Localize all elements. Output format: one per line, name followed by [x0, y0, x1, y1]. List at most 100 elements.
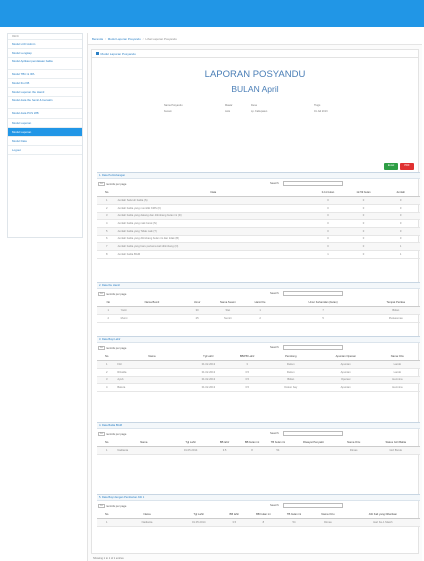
meta-value-4: 01 Juli 2013	[314, 110, 328, 113]
column-header[interactable]: BB bulan ini	[248, 511, 278, 520]
column-header[interactable]: No	[97, 189, 117, 198]
column-header[interactable]: Tgl Lahir	[187, 353, 230, 362]
column-header[interactable]: Tempat Periksa	[371, 299, 420, 308]
column-header[interactable]: 0-11 bulan	[310, 189, 346, 198]
table-cell: 0	[381, 227, 420, 236]
column-header[interactable]: BB bulan ini	[239, 439, 265, 448]
sidebar-item-5[interactable]: Modul Ibu KB	[8, 79, 82, 89]
breadcrumb-modul[interactable]: Modul Laporan Posyandu	[108, 37, 141, 41]
table-cell: Dimas	[310, 518, 346, 527]
column-header[interactable]: Nama Ortu	[310, 511, 346, 520]
column-header[interactable]: BB lahir	[219, 511, 249, 520]
sidebar-item-10[interactable]: Modul Laporan	[8, 127, 82, 137]
search-input[interactable]	[283, 180, 343, 186]
breadcrumb-home[interactable]: Beranda	[92, 37, 103, 41]
table-row: 1 Fitri 01.02.2013 3 Dukun Apuntan Lando	[97, 360, 420, 369]
table-cell: 8	[97, 250, 117, 259]
page-length-label: records per page	[106, 504, 127, 508]
column-header[interactable]: TB bulan ini	[264, 439, 291, 448]
column-header[interactable]: Nama Bumil	[119, 299, 185, 308]
table-cell: 3.5	[229, 368, 265, 377]
sidebar-item-12[interactable]: Logout	[8, 146, 82, 155]
page-length-select[interactable]: 10	[98, 345, 105, 350]
page-length: 10 records per page	[98, 431, 126, 436]
table-controls: 10 records per page Search:	[97, 343, 420, 353]
search-input[interactable]	[283, 290, 343, 296]
pdf-button[interactable]: PDF	[400, 163, 414, 170]
sidebar-item-3[interactable]: Modul Aplikasi pendataan balita	[8, 58, 82, 71]
table-cell: Ayub	[116, 376, 188, 385]
table-cell: 3.5	[229, 376, 265, 385]
column-header[interactable]: BB lahir	[210, 439, 240, 448]
column-header[interactable]: Apuntan Operasi	[316, 353, 375, 362]
column-header[interactable]: Tgl Lahir	[177, 511, 220, 520]
column-header[interactable]: No	[97, 353, 117, 362]
table-cell: 1	[381, 250, 420, 259]
column-header[interactable]: Tgl Lahir	[171, 439, 211, 448]
page-length-select[interactable]: 10	[98, 181, 105, 186]
table-row: 4 Jumlah balita yang naik berat (N) 0 0 0	[97, 219, 420, 228]
excel-button[interactable]: Excel	[384, 163, 398, 170]
table-cell: 01.05.2014	[171, 446, 211, 455]
column-header[interactable]: Umur	[184, 299, 211, 308]
meta-label-4: Lp. Kabupaten	[251, 110, 268, 113]
sidebar-item-1[interactable]: Modul LCD Admin	[8, 40, 82, 50]
column-header[interactable]: Data	[116, 189, 311, 198]
search-input[interactable]	[283, 344, 343, 350]
sidebar-item-6[interactable]: Modul Laporan Ibu Hamil	[8, 88, 82, 98]
page-length-select[interactable]: 10	[98, 431, 105, 436]
column-header[interactable]: Nama Suami	[210, 299, 246, 308]
column-header[interactable]: No	[97, 439, 117, 448]
column-header[interactable]: Penolong	[264, 353, 317, 362]
page-length-label: records per page	[106, 292, 127, 296]
export-buttons: Excel PDF	[382, 153, 414, 171]
search-input[interactable]	[283, 502, 343, 508]
column-header[interactable]: Nama Ortu	[374, 353, 420, 362]
column-header[interactable]: Hamil Ke	[245, 299, 275, 308]
section-title: 5. Data Bayi dengan Pemberian ASI 1	[97, 494, 420, 501]
meta-label-2: Desa	[251, 104, 257, 107]
sidebar-item-9[interactable]: Modul Laporan	[8, 119, 82, 128]
column-header[interactable]: Nama	[116, 353, 188, 362]
column-header[interactable]: TB bulan ini	[277, 511, 311, 520]
column-header[interactable]: No	[97, 299, 120, 308]
table-cell	[290, 446, 336, 455]
page-length-select[interactable]: 10	[98, 503, 105, 508]
sidebar-item-4[interactable]: Modul TBC & IPA	[8, 70, 82, 80]
column-header[interactable]: No	[97, 511, 117, 520]
search-input[interactable]	[283, 430, 343, 436]
table-cell: Dukun bay	[264, 383, 317, 392]
sidebar-item-11[interactable]: Modul Data	[8, 137, 82, 146]
column-header[interactable]: Umur Kehamilan (bulan)	[274, 299, 372, 308]
table-cell: 0	[381, 204, 420, 213]
top-navbar	[0, 0, 424, 27]
table-info: Showing 1 to 1 of 1 entries	[93, 557, 124, 560]
page-length-select[interactable]: 10	[98, 291, 105, 296]
search-label: Search:	[270, 431, 280, 435]
report-subtitle: BULAN April	[231, 84, 279, 94]
data-table: No Nama Tgl Lahir BB lahir BB bulan ini TB bu…	[97, 511, 420, 527]
sidebar-item-2[interactable]: Modul Lengkap	[8, 49, 82, 59]
table-row: 2 Rizalda 01.02.2013 3.5 Dukun Apuntan Lando	[97, 368, 420, 377]
column-header[interactable]: Riwayat Penyakit	[290, 439, 336, 448]
table-cell: Bidan	[371, 306, 420, 315]
table-cell: 2	[97, 368, 117, 377]
search-label: Search:	[270, 291, 280, 295]
column-header[interactable]: BB/PB Lahir	[229, 353, 265, 362]
column-header[interactable]: 12-59 bulan	[345, 189, 382, 198]
column-header[interactable]: Nama	[116, 439, 172, 448]
table-cell: 0	[345, 204, 382, 213]
sidebar-item-8[interactable]: Modul data PUS WB	[8, 109, 82, 119]
table-cell: Hari Ke-1 Masih	[345, 518, 420, 527]
table-cell: 0	[345, 196, 382, 205]
table-row: 3 Jumlah balita yang datang dan ditimbang…	[97, 212, 420, 221]
column-header[interactable]: Nama	[116, 511, 178, 520]
column-header[interactable]: Status Gizi Balita	[371, 439, 420, 448]
table-cell: 0	[381, 219, 420, 228]
sidebar-item-7[interactable]: Modul data Ibu hamil & bersalin	[8, 97, 82, 110]
column-header[interactable]: Jumlah	[381, 189, 420, 198]
data-table: No Data 0-11 bulan 12-59 bulan Jumlah 1 Jumlah…	[97, 189, 420, 259]
column-header[interactable]: ASI Kali yang Diberikan	[345, 511, 420, 520]
column-header[interactable]: Nama Ortu	[335, 439, 372, 448]
table-cell: 8	[239, 446, 265, 455]
